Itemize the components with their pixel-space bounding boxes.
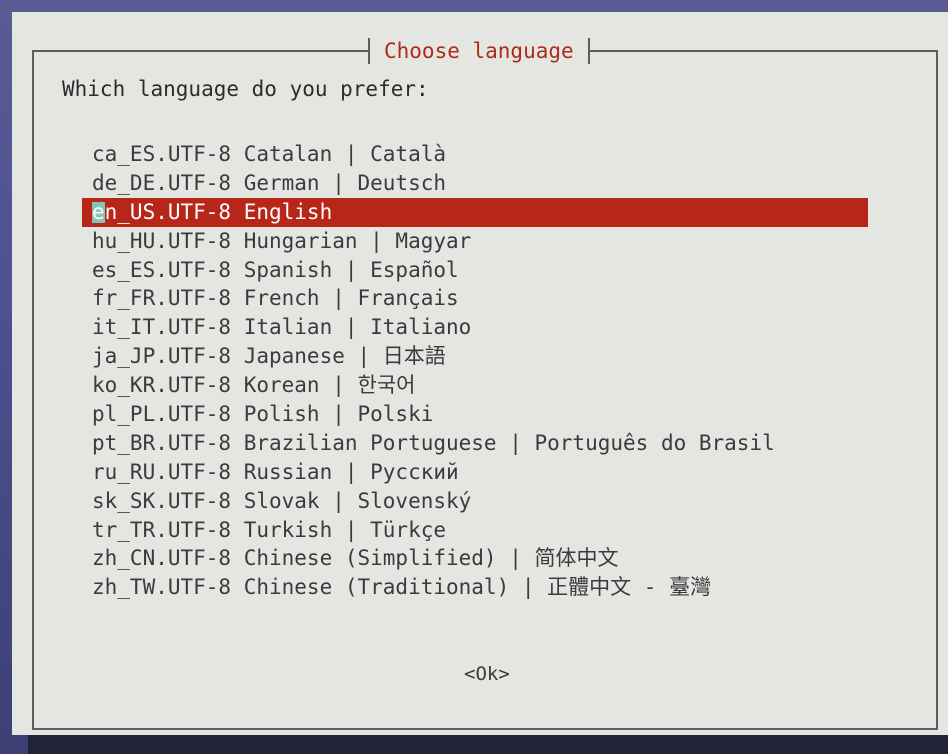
language-option-label: es_ES.UTF-8 Spanish | Español — [92, 257, 459, 282]
language-option-label: zh_TW.UTF-8 Chinese (Traditional) | 正體中文… — [92, 575, 712, 600]
language-option-label: hu_HU.UTF-8 Hungarian | Magyar — [92, 228, 472, 253]
language-option[interactable]: hu_HU.UTF-8 Hungarian | Magyar — [82, 227, 868, 256]
language-option[interactable]: pl_PL.UTF-8 Polish | Polski — [82, 400, 868, 429]
language-option[interactable]: zh_TW.UTF-8 Chinese (Traditional) | 正體中文… — [82, 573, 868, 602]
language-option-label: zh_CN.UTF-8 Chinese (Simplified) | 简体中文 — [92, 546, 619, 571]
language-option[interactable]: tr_TR.UTF-8 Turkish | Türkçe — [82, 516, 868, 545]
language-option-label: de_DE.UTF-8 German | Deutsch — [92, 170, 447, 195]
language-option[interactable]: es_ES.UTF-8 Spanish | Español — [82, 256, 868, 285]
language-option[interactable]: ru_RU.UTF-8 Russian | Русский — [82, 458, 868, 487]
dialog-shadow — [28, 735, 948, 754]
language-option[interactable]: fr_FR.UTF-8 French | Français — [82, 284, 868, 313]
language-option-label: sk_SK.UTF-8 Slovak | Slovenský — [92, 488, 472, 513]
language-list[interactable]: ca_ES.UTF-8 Catalan | Català de_DE.UTF-8 … — [82, 140, 868, 602]
language-option[interactable]: it_IT.UTF-8 Italian | Italiano — [82, 313, 868, 342]
language-option-label: fr_FR.UTF-8 French | Français — [92, 286, 459, 311]
language-dialog: Choose language Which language do you pr… — [12, 12, 948, 735]
language-option-selected[interactable]: en_US.UTF-8 English — [82, 197, 868, 227]
language-option-label: ca_ES.UTF-8 Catalan | Català — [92, 142, 447, 166]
language-option[interactable]: ja_JP.UTF-8 Japanese | 日本語 — [82, 342, 868, 371]
dialog-prompt: Which language do you prefer: — [62, 77, 429, 101]
language-option[interactable]: ko_KR.UTF-8 Korean | 한국어 — [82, 371, 868, 400]
language-option[interactable]: ca_ES.UTF-8 Catalan | Català — [82, 140, 868, 169]
language-option-label: tr_TR.UTF-8 Turkish | Türkçe — [92, 517, 447, 542]
language-option[interactable]: sk_SK.UTF-8 Slovak | Slovenský — [82, 487, 868, 516]
language-option-label: en_US.UTF-8 English — [92, 199, 333, 224]
language-option-label: pl_PL.UTF-8 Polish | Polski — [92, 402, 434, 427]
ok-button[interactable]: <Ok> — [464, 662, 510, 686]
language-option-label: ko_KR.UTF-8 Korean | 한국어 — [92, 373, 416, 398]
language-option-label: ru_RU.UTF-8 Russian | Русский — [92, 459, 459, 484]
language-option[interactable]: pt_BR.UTF-8 Brazilian Portuguese | Portu… — [82, 429, 868, 458]
language-option-label: it_IT.UTF-8 Italian | Italiano — [92, 315, 472, 340]
language-option[interactable]: zh_CN.UTF-8 Chinese (Simplified) | 简体中文 — [82, 544, 868, 573]
language-option[interactable]: de_DE.UTF-8 German | Deutsch — [82, 169, 868, 198]
language-option-label: ja_JP.UTF-8 Japanese | 日本語 — [92, 344, 446, 369]
dialog-title: Choose language — [368, 38, 590, 64]
language-option-label: pt_BR.UTF-8 Brazilian Portuguese | Portu… — [92, 430, 775, 455]
